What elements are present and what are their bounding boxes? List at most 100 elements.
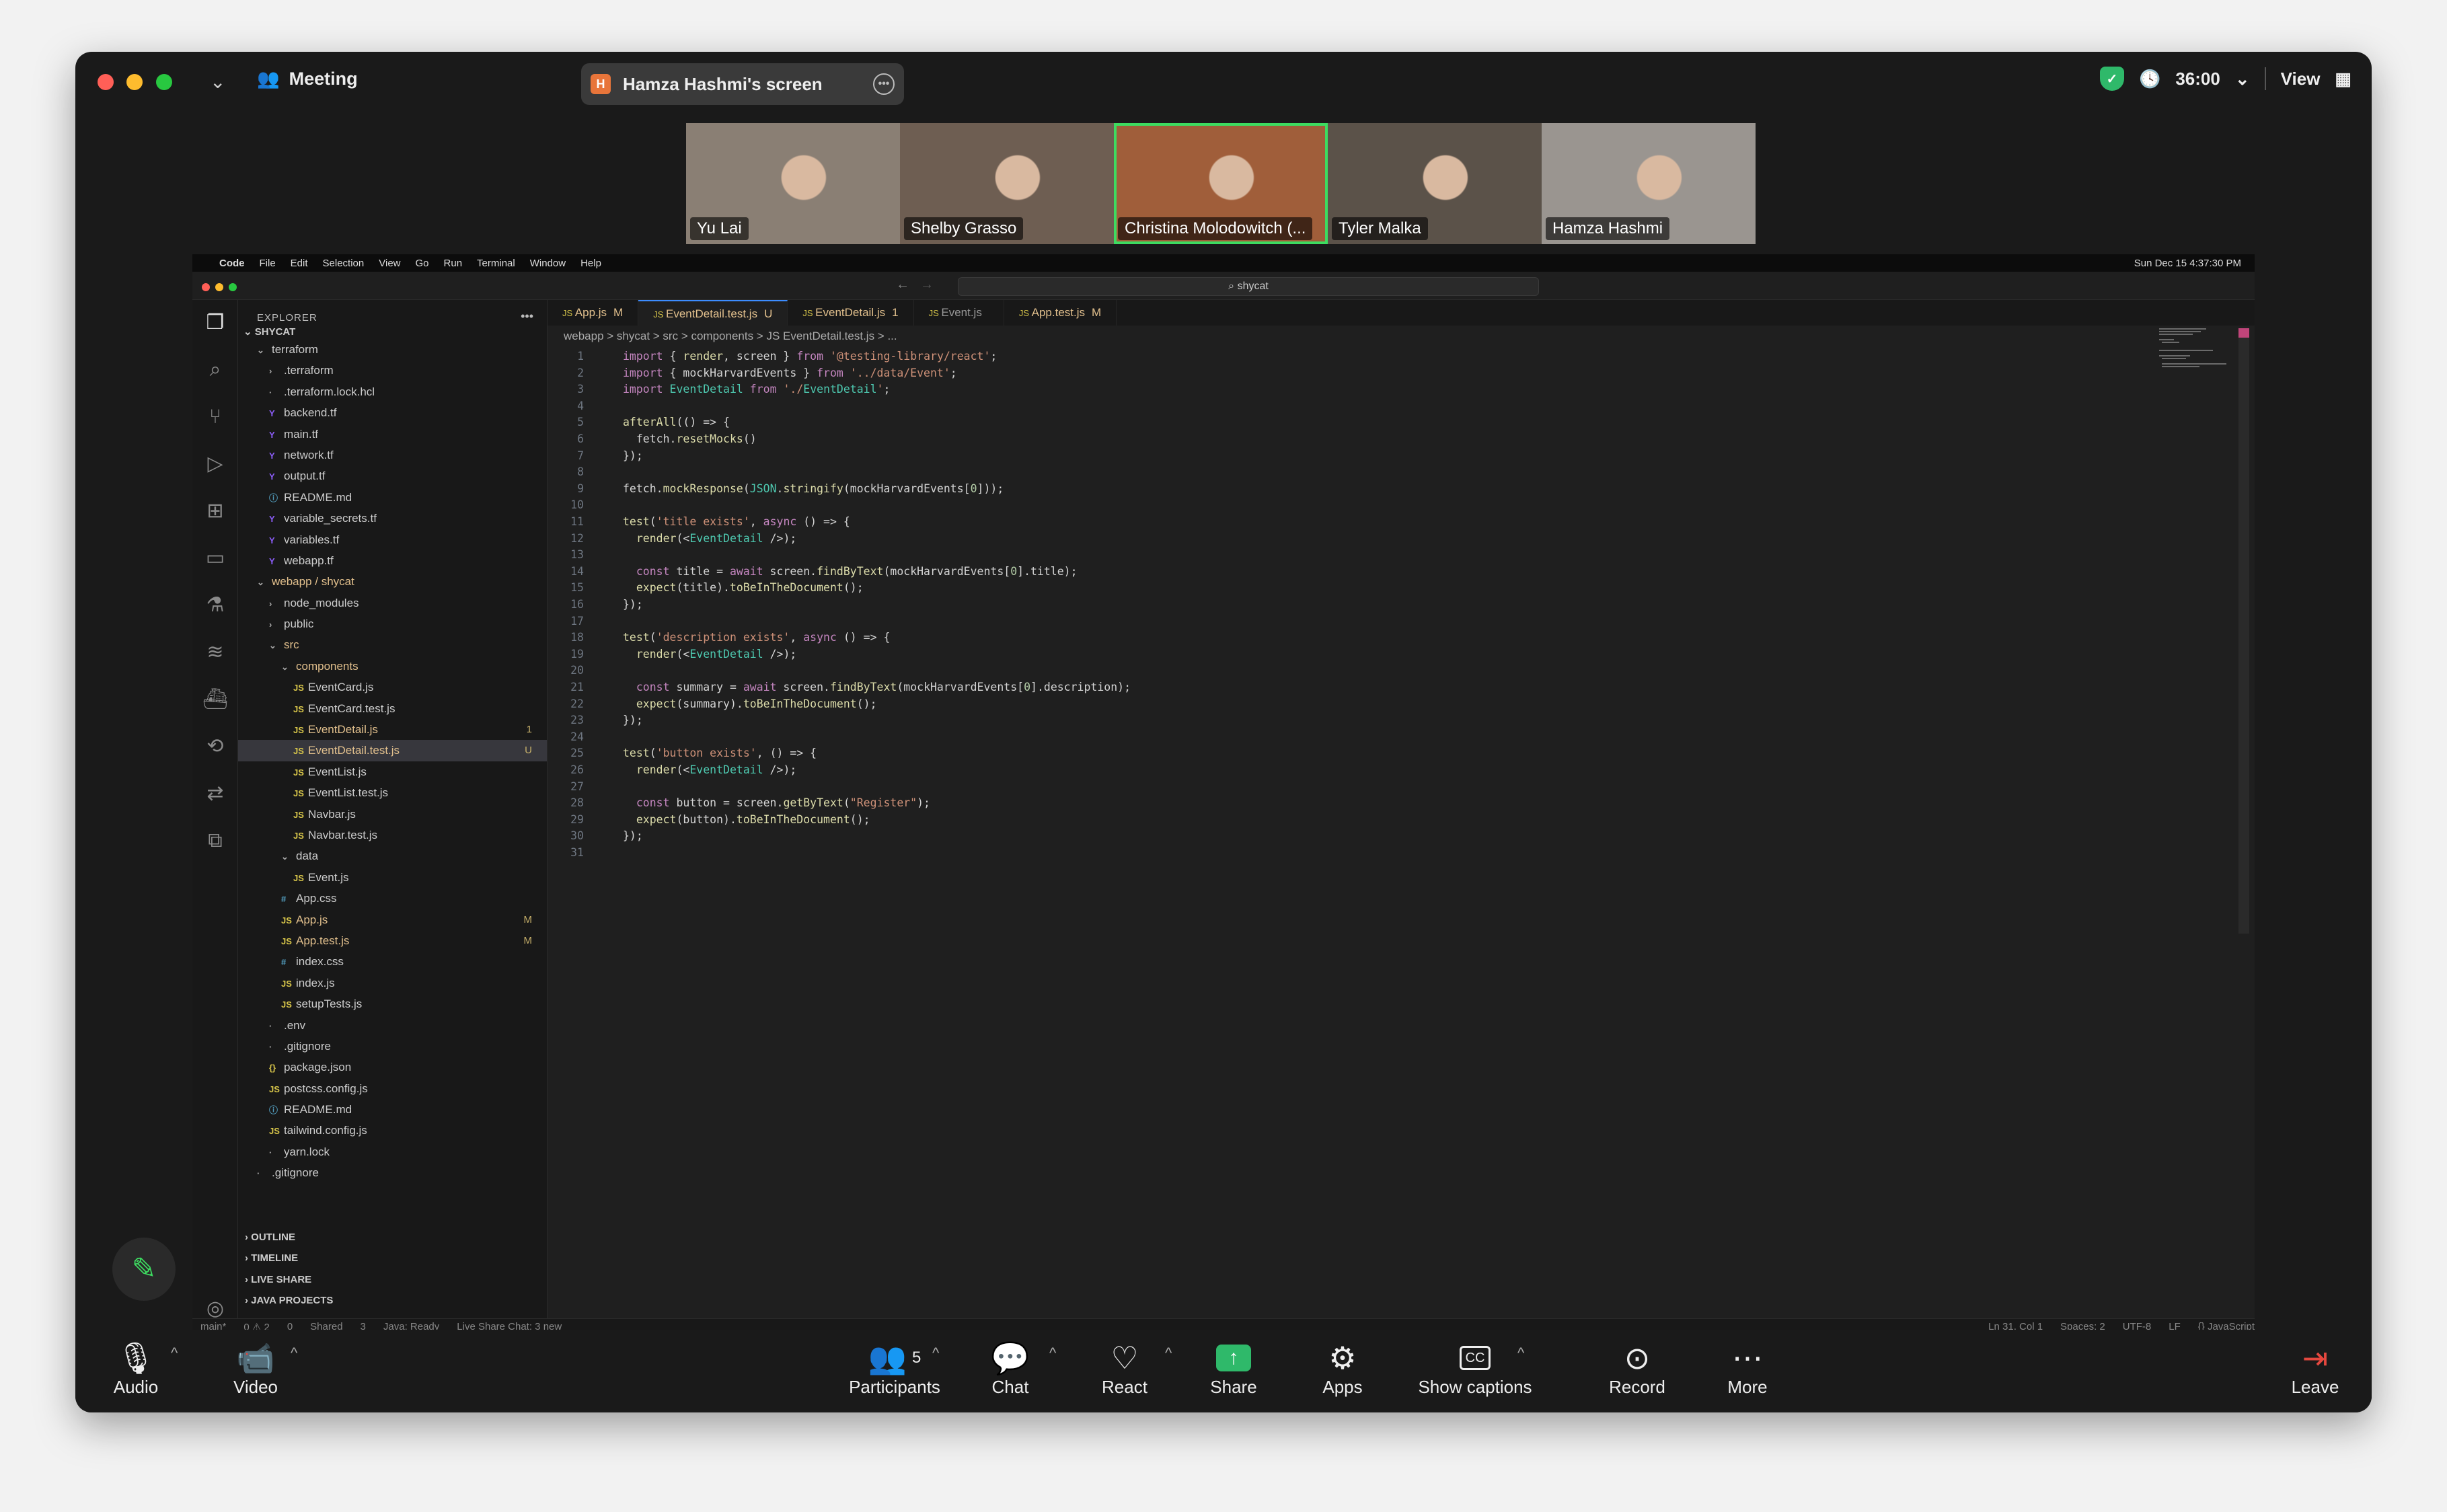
record-button[interactable]: ⊙ Record — [1590, 1339, 1684, 1398]
tree-item-label: index.css — [296, 955, 344, 969]
line-number: 21 — [570, 681, 584, 693]
more-button[interactable]: ⋯ More — [1707, 1339, 1788, 1398]
more-dots-icon: ⋯ — [1732, 1340, 1763, 1375]
file-icon: # — [281, 894, 287, 905]
tree-item-label: EventDetail.test.js — [308, 744, 400, 757]
tree-item-label: EventList.test.js — [308, 786, 389, 800]
participant-video-tile[interactable]: Tyler Malka — [1328, 123, 1542, 244]
tree-item-label: EventList.js — [308, 765, 367, 778]
screen-share-label: Hamza Hashmi's screen — [623, 73, 823, 94]
sidebar-sections: › OUTLINE › TIMELINE › LIVE SHARE › JAVA PR… — [238, 1227, 547, 1332]
tree-file: # index.css — [238, 951, 547, 972]
file-icon: JS — [269, 1084, 280, 1094]
mac-menu-item: Go — [415, 257, 429, 269]
line-number: 24 — [570, 730, 584, 743]
git-status-badge: U — [525, 745, 532, 757]
audio-label: Audio — [113, 1377, 159, 1397]
react-label: React — [1102, 1377, 1147, 1397]
chat-button[interactable]: 💬 Chat — [970, 1339, 1051, 1398]
tree-item-label: variables.tf — [284, 533, 340, 546]
video-options-caret[interactable]: ^ — [291, 1345, 297, 1362]
security-shield-icon[interactable]: ✓ — [2099, 67, 2124, 91]
command-center-search: ⌕ shycat — [958, 277, 1539, 296]
participant-video-tile[interactable]: Christina Molodowitch (... — [1114, 123, 1328, 244]
file-icon: JS — [293, 830, 304, 841]
participant-video-tile[interactable]: Hamza Hashmi — [1542, 123, 1756, 244]
line-number: 6 — [577, 432, 584, 445]
react-options-caret[interactable]: ^ — [1165, 1345, 1172, 1362]
captions-options-caret[interactable]: ^ — [1517, 1345, 1524, 1362]
screen-share-pill[interactable]: H Hamza Hashmi's screen ••• — [581, 63, 904, 105]
tree-file: · .gitignore — [238, 1036, 547, 1057]
apps-label: Apps — [1322, 1377, 1363, 1397]
mac-menu-item: Window — [529, 257, 566, 269]
file-icon: JS — [293, 725, 304, 736]
tree-item-label: App.test.js — [296, 934, 350, 947]
meeting-title: 👥 Meeting — [257, 68, 358, 89]
video-button[interactable]: 📹 Video — [215, 1339, 296, 1398]
react-button[interactable]: ♡ React — [1084, 1339, 1165, 1398]
more-options-icon[interactable]: ••• — [873, 73, 895, 95]
chevron-down-icon[interactable]: ⌄ — [2235, 69, 2250, 89]
tree-item-label: yarn.lock — [284, 1145, 330, 1158]
file-icon: JS — [281, 936, 292, 946]
participant-name: Hamza Hashmi — [1546, 217, 1670, 240]
search-icon: ⌕ — [209, 358, 221, 381]
extensions-icon: ⊞ — [206, 500, 224, 522]
tree-item-label: setupTests.js — [296, 997, 363, 1011]
code-line: const summary = await screen.findByText(… — [636, 681, 1131, 693]
audio-options-caret[interactable]: ^ — [171, 1345, 178, 1362]
meeting-timer[interactable]: 36:00 — [2175, 69, 2220, 89]
meeting-title-label: Meeting — [289, 68, 358, 89]
leave-button[interactable]: ⇥ Leave — [2275, 1339, 2356, 1398]
view-button[interactable]: View — [2281, 69, 2321, 89]
sidebar-section: › LIVE SHARE — [238, 1269, 547, 1290]
sidebar-section: › TIMELINE — [238, 1248, 547, 1269]
file-icon: JS — [269, 1126, 280, 1137]
captions-button[interactable]: CC Show captions — [1404, 1339, 1546, 1398]
file-icon: · — [269, 1147, 272, 1158]
annotate-pencil-icon[interactable]: ✎ — [112, 1238, 176, 1301]
minimize-window-button[interactable] — [126, 74, 143, 90]
fullscreen-window-button[interactable] — [156, 74, 172, 90]
editor-area: JS App.js M JS EventDetail.test.js U JS Even… — [548, 300, 2255, 1334]
tree-file: JS EventCard.test.js — [238, 698, 547, 719]
tree-file: JS index.js — [238, 973, 547, 993]
participant-video-tile[interactable]: Shelby Grasso — [900, 123, 1114, 244]
code-line: const title = await screen.findByText(mo… — [636, 564, 1078, 578]
tree-file: {} package.json — [238, 1057, 547, 1078]
line-number: 3 — [577, 383, 584, 396]
line-number: 16 — [570, 598, 584, 611]
tree-item-label: tailwind.config.js — [284, 1124, 367, 1137]
code-line: expect(summary).toBeInTheDocument(); — [636, 697, 877, 710]
js-file-icon: JS — [653, 309, 667, 319]
chevron-down-icon[interactable]: ⌄ — [210, 71, 225, 93]
tree-item-label: App.js — [296, 913, 328, 926]
clock-icon: 🕓 — [2138, 68, 2161, 89]
editor-tab: JS EventDetail.js 1 — [788, 300, 914, 326]
tree-item-label: Navbar.js — [308, 807, 356, 821]
participant-video-tile[interactable]: Yu Lai — [686, 123, 900, 244]
share-button[interactable]: ↑ Share — [1193, 1339, 1274, 1398]
line-number: 12 — [570, 531, 584, 545]
file-icon: Y — [269, 514, 275, 525]
chat-options-caret[interactable]: ^ — [1049, 1345, 1056, 1362]
participant-name: Yu Lai — [690, 217, 749, 240]
project-manager-icon: ⧉ — [208, 829, 223, 852]
grid-icon[interactable]: ▦ — [2335, 69, 2351, 89]
mac-menu-item: Edit — [290, 257, 308, 269]
tree-file: JS postcss.config.js — [238, 1078, 547, 1099]
apps-button[interactable]: ⚙ Apps — [1302, 1339, 1383, 1398]
tree-item-label: src — [284, 638, 299, 652]
tree-folder: › node_modules — [238, 593, 547, 613]
audio-button[interactable]: 🎙 Audio — [96, 1339, 176, 1398]
git-status-badge: M — [523, 913, 533, 925]
tree-item-label: backend.tf — [284, 406, 337, 420]
tab-badge: M — [1092, 306, 1102, 319]
close-window-button[interactable] — [98, 74, 114, 90]
more-actions-icon: ••• — [521, 309, 533, 323]
participants-options-caret[interactable]: ^ — [932, 1345, 939, 1362]
tree-item-label: README.md — [284, 1103, 352, 1117]
folder-icon: ⌄ — [269, 640, 276, 651]
vscode-title-bar: ← → ⌕ shycat — [192, 272, 2255, 300]
